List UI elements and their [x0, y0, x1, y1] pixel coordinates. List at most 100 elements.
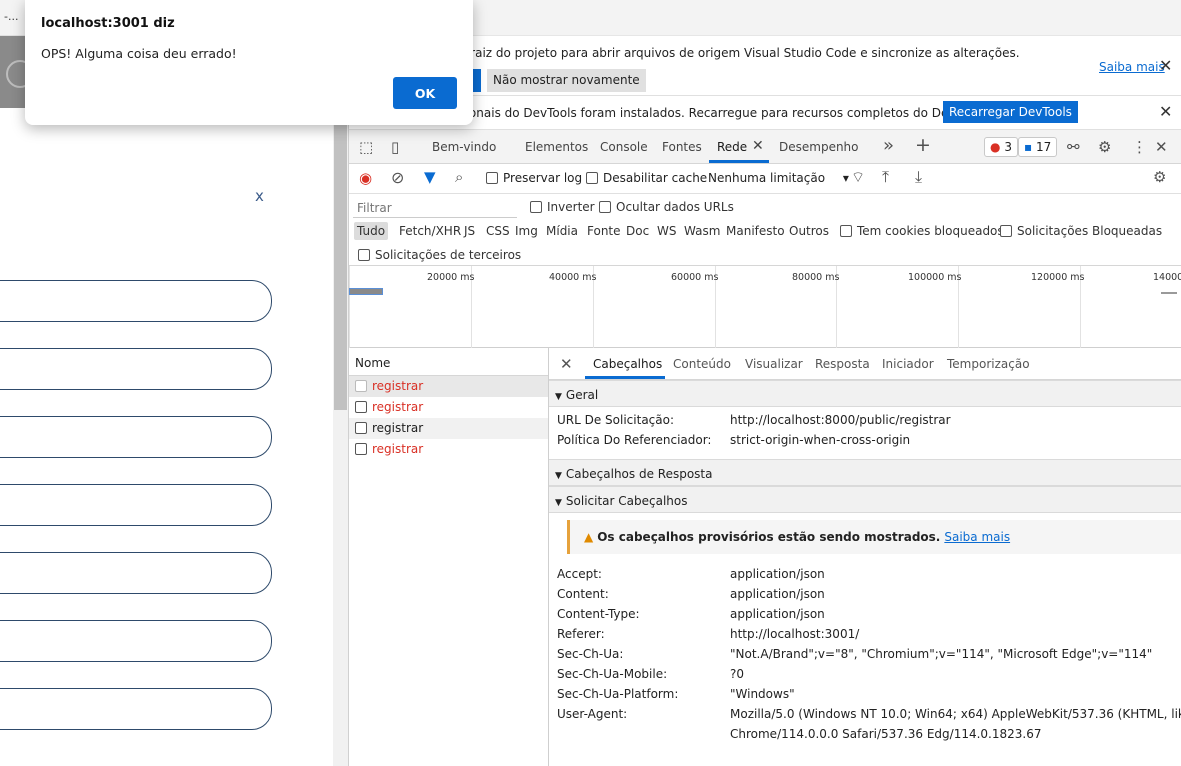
request-row[interactable]: registrar	[349, 418, 548, 439]
filter-manifesto[interactable]: Manifesto	[726, 224, 785, 238]
header-key: Sec-Ch-Ua:	[557, 647, 624, 661]
section-response-headers[interactable]: ▼ Cabeçalhos de Resposta	[549, 459, 1181, 486]
learn-more-link[interactable]: Saiba mais	[944, 530, 1010, 544]
clear-icon[interactable]: ⊘	[391, 168, 404, 187]
filter-doc[interactable]: Doc	[626, 224, 649, 238]
checkbox-icon[interactable]	[530, 201, 542, 213]
errors-badge[interactable]: ● 3	[984, 137, 1018, 157]
filter-input[interactable]	[353, 198, 517, 218]
checkbox-icon[interactable]	[358, 249, 370, 261]
filter-icon[interactable]: ▼	[424, 168, 436, 186]
tab-cabecalhos[interactable]: Cabeçalhos	[593, 357, 662, 371]
request-icon	[355, 401, 367, 413]
header-key: Content-Type:	[557, 607, 640, 621]
close-devtools-icon[interactable]: ✕	[1155, 138, 1168, 156]
close-form-button[interactable]: x	[255, 187, 264, 205]
close-details-icon[interactable]: ✕	[560, 355, 573, 373]
hide-data-urls-checkbox[interactable]: Ocultar dados URLs	[599, 200, 734, 214]
tab-bem-vindo[interactable]: Bem-vindo	[432, 140, 496, 154]
record-icon[interactable]: ◉	[359, 169, 372, 187]
close-icon[interactable]: ✕	[1159, 102, 1172, 121]
section-title: Geral	[565, 388, 599, 402]
gear-icon[interactable]: ⚙	[1098, 138, 1111, 156]
connect-icon[interactable]: ⚯	[1067, 138, 1080, 156]
header-key: Política Do Referenciador:	[557, 433, 712, 447]
tab-iniciador[interactable]: Iniciador	[882, 357, 934, 371]
close-tab-icon[interactable]: ✕	[752, 138, 764, 154]
invert-checkbox[interactable]: Inverter	[530, 200, 595, 214]
blocked-cookies-checkbox[interactable]: Tem cookies bloqueados	[840, 224, 1004, 238]
timeline-marker	[1161, 292, 1177, 294]
menu-icon[interactable]: ⋮	[1132, 138, 1147, 156]
preserve-log-checkbox[interactable]: Preservar log	[486, 171, 582, 185]
checkbox-icon[interactable]	[1000, 225, 1012, 237]
timeline-label: 120000 ms	[1031, 272, 1085, 283]
section-request-headers[interactable]: ▼ Solicitar Cabeçalhos	[549, 486, 1181, 513]
checkbox-icon[interactable]	[599, 201, 611, 213]
header-value: http://localhost:8000/public/registrar	[730, 413, 951, 427]
filter-img[interactable]: Img	[515, 224, 538, 238]
dont-show-again-button[interactable]: Não mostrar novamente	[487, 69, 646, 92]
close-icon[interactable]: ✕	[1159, 56, 1172, 75]
request-row[interactable]: registrar	[349, 397, 548, 418]
third-party-checkbox[interactable]: Solicitações de terceiros	[358, 248, 521, 262]
request-row[interactable]: registrar	[349, 439, 548, 460]
form-input-6[interactable]	[0, 620, 272, 662]
filter-ws[interactable]: WS	[657, 224, 676, 238]
network-settings-icon[interactable]: ⚙	[1153, 168, 1166, 186]
header-value: "Not.A/Brand";v="8", "Chromium";v="114",…	[730, 647, 1153, 661]
timeline-label: 14000	[1153, 272, 1181, 283]
filter-js[interactable]: JS	[464, 224, 475, 238]
form-input-4[interactable]	[0, 484, 272, 526]
tab-desempenho[interactable]: Desempenho	[779, 140, 859, 154]
form-input-3[interactable]	[0, 416, 272, 458]
ok-button[interactable]: OK	[393, 77, 457, 109]
tab-console[interactable]: Console	[600, 140, 648, 154]
tab-rede[interactable]: Rede	[717, 140, 747, 154]
filter-outros[interactable]: Outros	[789, 224, 829, 238]
filter-wasm[interactable]: Wasm	[684, 224, 720, 238]
filter-midia[interactable]: Mídia	[546, 224, 578, 238]
search-icon[interactable]: ⌕	[455, 168, 463, 186]
learn-more-link[interactable]: Saiba mais	[1099, 60, 1165, 74]
reload-devtools-button[interactable]: Recarregar DevTools	[943, 101, 1078, 123]
form-input-7[interactable]	[0, 688, 272, 730]
active-tab-indicator	[709, 160, 769, 163]
filter-css[interactable]: CSS	[486, 224, 510, 238]
checkbox-icon[interactable]	[840, 225, 852, 237]
form-input-5[interactable]	[0, 552, 272, 594]
form-input-1[interactable]	[0, 280, 272, 322]
tab-resposta[interactable]: Resposta	[815, 357, 870, 371]
timeline-label: 100000 ms	[908, 272, 962, 283]
tab-conteudo[interactable]: Conteúdo	[673, 357, 731, 371]
form-input-2[interactable]	[0, 348, 272, 390]
more-tabs-icon[interactable]: »	[883, 135, 894, 156]
section-geral[interactable]: ▼ Geral	[549, 380, 1181, 407]
checkbox-icon[interactable]	[586, 172, 598, 184]
filter-tudo[interactable]: Tudo	[354, 222, 389, 240]
tab-temporizacao[interactable]: Temporização	[947, 357, 1030, 371]
throttling-select[interactable]: Nenhuma limitação ▾	[708, 171, 849, 185]
network-timeline[interactable]: 20000 ms 40000 ms 60000 ms 80000 ms 1000…	[349, 266, 1181, 348]
checkbox-icon[interactable]	[486, 172, 498, 184]
devtools-tabbar: ⬚ ▯ Bem-vindo Elementos Console Fontes R…	[349, 130, 1181, 164]
filter-fonte[interactable]: Fonte	[587, 224, 621, 238]
request-row[interactable]: registrar	[349, 376, 548, 397]
import-har-icon[interactable]: ⤒	[882, 167, 889, 187]
export-har-icon[interactable]: ⤓	[915, 167, 922, 187]
tab-elementos[interactable]: Elementos	[525, 140, 588, 154]
device-toolbar-icon[interactable]: ▯	[391, 138, 399, 156]
hide-data-urls-label: Ocultar dados URLs	[616, 200, 734, 214]
blocked-requests-checkbox[interactable]: Solicitações Bloqueadas	[1000, 224, 1162, 238]
filter-fetch-xhr[interactable]: Fetch/XHR	[399, 224, 461, 238]
disable-cache-checkbox[interactable]: Desabilitar cache	[586, 171, 707, 185]
add-tab-icon[interactable]: +	[915, 134, 931, 156]
tab-fontes[interactable]: Fontes	[662, 140, 702, 154]
tab-visualizar[interactable]: Visualizar	[745, 357, 803, 371]
name-column-header[interactable]: Nome	[349, 348, 548, 376]
messages-badge[interactable]: ▪ 17	[1018, 137, 1058, 157]
errors-count: 3	[1004, 140, 1012, 154]
inspect-element-icon[interactable]: ⬚	[359, 138, 373, 156]
network-conditions-icon[interactable]: ⌔	[851, 168, 865, 187]
alert-message: OPS! Alguma coisa deu errado!	[41, 46, 237, 61]
